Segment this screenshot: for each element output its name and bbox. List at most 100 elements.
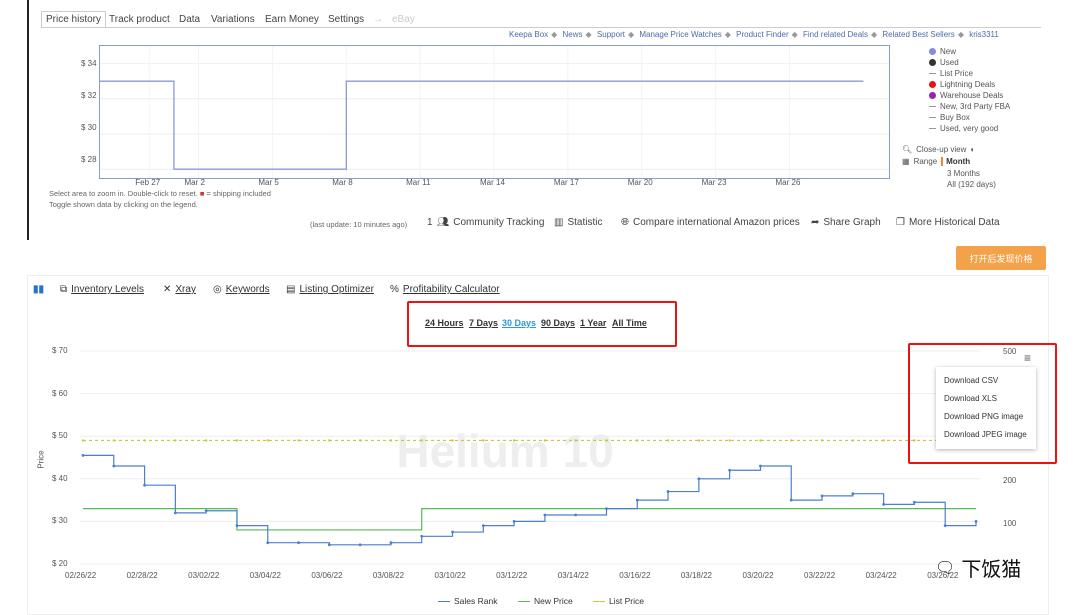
helium-legend-item[interactable]: New Price (518, 596, 573, 606)
range-option-month[interactable]: Month (941, 157, 970, 166)
legend-line-icon (929, 106, 936, 107)
tab-earn-money[interactable]: Earn Money (265, 14, 319, 25)
keepa-y-label: $ 32 (81, 91, 97, 100)
share-graph-button[interactable]: ➦ Share Graph (811, 217, 881, 228)
new-price-line (83, 508, 976, 531)
sales-rank-point (759, 464, 762, 468)
link-user[interactable]: kris3311 (969, 30, 999, 39)
download-csv[interactable]: Download CSV (944, 376, 998, 385)
community-tracking-button[interactable]: 1 👥︎ Community Tracking (427, 217, 544, 228)
listing-optimizer-button[interactable]: ▤ Listing Optimizer (286, 284, 374, 295)
zoom-hint: Select area to zoom in. Double-click to … (49, 189, 271, 198)
last-update: (last update: 10 minutes ago) (310, 220, 408, 229)
document-icon: ▤ (286, 284, 296, 295)
link-related-deals[interactable]: Find related Deals (803, 30, 868, 39)
legend-label: Lightning Deals (940, 80, 996, 89)
keepa-x-label: Mar 17 (553, 178, 579, 187)
keepa-y-label: $ 28 (81, 155, 97, 164)
tab-variations[interactable]: Variations (211, 14, 255, 25)
tab-price-history[interactable]: Price history (41, 11, 107, 27)
range-7-days[interactable]: 7 Days (469, 318, 498, 328)
list-price-point (174, 439, 177, 442)
download-xls[interactable]: Download XLS (944, 394, 997, 403)
target-icon: ◎ (213, 284, 222, 295)
box-icon: ⧉ (60, 284, 68, 295)
helium-chart[interactable]: Helium 10 (75, 340, 995, 575)
legend-label: List Price (609, 596, 644, 606)
tab-data[interactable]: Data (179, 14, 200, 25)
keepa-legend-item[interactable]: List Price (929, 69, 973, 78)
helium-x-label: 02/28/22 (126, 571, 158, 580)
xray-button[interactable]: ✕ Xray (163, 284, 196, 295)
download-jpeg[interactable]: Download JPEG image (944, 430, 1027, 439)
keepa-legend-item[interactable]: New (929, 47, 956, 56)
y-left-label: $ 70 (52, 346, 68, 355)
magnifier-icon: 🔍︎ (902, 145, 913, 154)
range-24-hours[interactable]: 24 Hours (425, 318, 464, 328)
range-90-days[interactable]: 90 Days (541, 318, 575, 328)
hamburger-menu-icon[interactable]: ≡ (1024, 351, 1031, 365)
keywords-button[interactable]: ◎ Keywords (213, 284, 270, 295)
sales-rank-point (481, 524, 485, 528)
keepa-legend-item[interactable]: Lightning Deals (929, 80, 995, 89)
diamond-icon: ◆ (870, 30, 878, 39)
statistic-button[interactable]: ▥ Statistic (554, 217, 602, 228)
link-price-watches[interactable]: Manage Price Watches (639, 30, 721, 39)
percent-icon: % (390, 284, 399, 295)
list-price-point (143, 439, 146, 442)
sales-rank-point (451, 530, 454, 534)
orange-action-button[interactable]: 打开后发现价格 (956, 246, 1046, 270)
link-best-sellers[interactable]: Related Best Sellers (882, 30, 954, 39)
range-30-days[interactable]: 30 Days (502, 318, 536, 328)
more-historical-data-button[interactable]: ❐ More Historical Data (896, 217, 1000, 228)
sales-rank-point (974, 520, 978, 523)
keepa-legend-item[interactable]: Warehouse Deals (929, 91, 1003, 100)
legend-label: New Price (534, 596, 573, 606)
helium-legend-item[interactable]: List Price (593, 596, 644, 606)
compare-prices-button[interactable]: 🌐︎ Compare international Amazon prices (621, 217, 800, 228)
link-product-finder[interactable]: Product Finder (736, 30, 788, 39)
keepa-legend-item[interactable]: Used, very good (929, 124, 998, 133)
tab-track-product[interactable]: Track product (109, 14, 170, 25)
keepa-legend-item[interactable]: New, 3rd Party FBA (929, 102, 1010, 111)
sales-rank-point (697, 477, 701, 481)
sales-rank-point (358, 543, 362, 547)
inventory-levels-button[interactable]: ⧉ Inventory Levels (60, 284, 144, 295)
link-support[interactable]: Support (597, 30, 625, 39)
keepa-x-label: Mar 5 (258, 178, 279, 187)
list-price-point (297, 439, 300, 442)
tab-ebay[interactable]: eBay (392, 14, 415, 25)
diamond-icon: ◆ (724, 30, 731, 39)
helium-x-label: 02/26/22 (65, 571, 97, 580)
download-png[interactable]: Download PNG image (944, 412, 1023, 421)
bar-chart-icon: ▥ (554, 217, 564, 228)
range-option-all[interactable]: All (192 days) (947, 180, 996, 189)
tab-settings[interactable]: Settings (328, 14, 364, 25)
keepa-chart[interactable] (99, 45, 891, 180)
helium-logo-icon[interactable]: ▮▮ (33, 284, 44, 295)
y-right-label: 100 (1003, 519, 1017, 528)
helium-x-label: 03/18/22 (680, 571, 712, 580)
sales-rank-point (204, 509, 208, 513)
closeup-view-toggle[interactable]: 🔍︎ Close-up view ◐ (902, 145, 975, 154)
link-keepa-box[interactable]: Keepa Box (509, 30, 548, 39)
helium-x-label: 03/02/22 (188, 571, 220, 580)
toggle-icon: ◐ (970, 145, 976, 154)
list-price-point (204, 439, 208, 442)
helium-legend-item[interactable]: Sales Rank (438, 596, 497, 606)
helium-x-label: 03/16/22 (619, 571, 651, 580)
keepa-legend-item[interactable]: Buy Box (929, 113, 970, 122)
sales-rank-point (605, 507, 608, 511)
legend-line-icon (929, 117, 936, 118)
keepa-legend-item[interactable]: Used (929, 58, 959, 67)
profitability-calculator-button[interactable]: % Profitability Calculator (390, 284, 500, 295)
sales-rank-point (389, 541, 393, 545)
legend-hint: Toggle shown data by clicking on the leg… (49, 200, 198, 209)
range-1-year[interactable]: 1 Year (580, 318, 606, 328)
range-all-time[interactable]: All Time (612, 318, 647, 328)
sales-rank-point (81, 453, 85, 457)
link-news[interactable]: News (563, 30, 583, 39)
range-option-3-months[interactable]: 3 Months (947, 169, 980, 178)
list-price-point (235, 439, 239, 442)
helium-watermark: Helium 10 (396, 425, 613, 477)
